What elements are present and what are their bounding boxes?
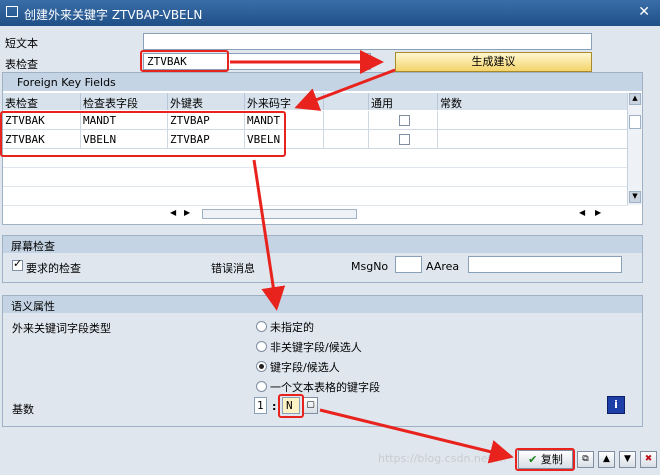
arrow-line (294, 68, 396, 111)
dialog-window: 创建外来关键字 ZTVBAP-VBELN ✕ 短文本 表检查 ZTVBAK 生成… (0, 0, 660, 475)
annotation-arrows (230, 50, 514, 464)
arrow-line (319, 408, 514, 464)
arrow-line (252, 159, 286, 311)
